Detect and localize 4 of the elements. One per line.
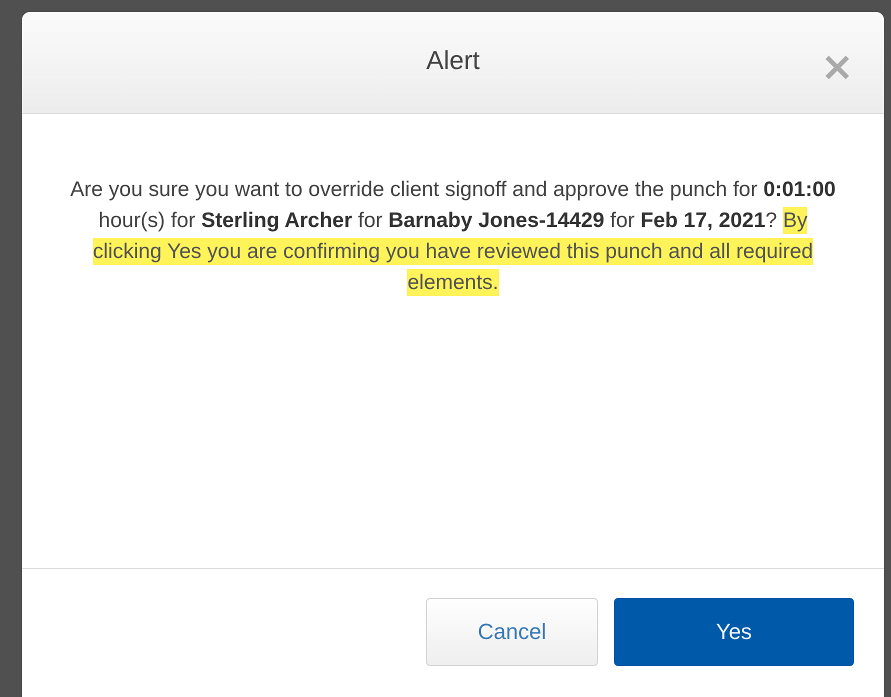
cancel-button[interactable]: Cancel [426, 598, 598, 666]
dialog-title: Alert [426, 45, 480, 76]
confirm-button[interactable]: Yes [614, 598, 854, 666]
close-button[interactable]: × [820, 52, 854, 82]
